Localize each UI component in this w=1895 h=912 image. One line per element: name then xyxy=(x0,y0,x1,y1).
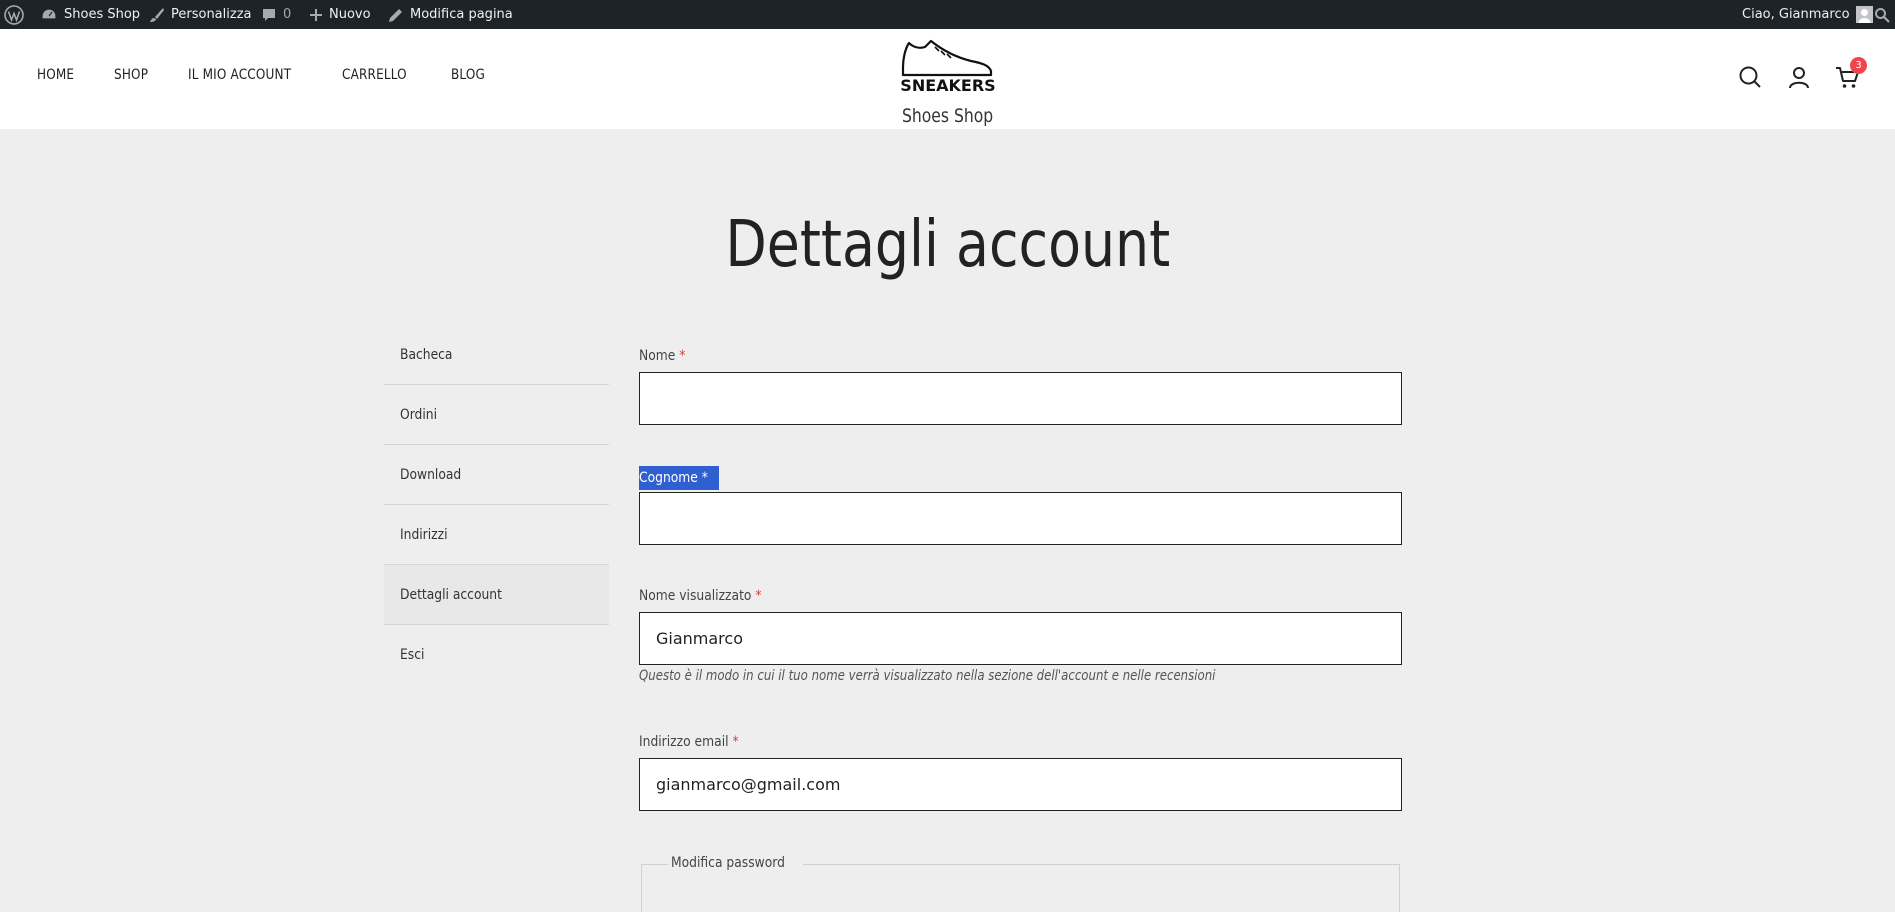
nav-home[interactable]: HOME xyxy=(37,67,74,83)
display-name-label: Nome visualizzato * xyxy=(639,588,762,604)
wordpress-logo-icon[interactable] xyxy=(4,0,24,29)
site-title[interactable]: Shoes Shop xyxy=(0,105,1895,127)
adminbar-site-name: Shoes Shop xyxy=(64,7,141,22)
first-name-input[interactable] xyxy=(639,372,1402,425)
pencil-icon xyxy=(389,8,402,22)
last-name-label: Cognome * xyxy=(639,466,720,490)
account-nav-logout[interactable]: Esci xyxy=(384,625,609,685)
user-account-icon[interactable] xyxy=(1787,65,1811,89)
brush-icon xyxy=(150,7,164,22)
site-logo[interactable]: SNEAKERS xyxy=(895,35,1001,97)
plus-icon xyxy=(310,8,322,21)
adminbar-search-icon[interactable] xyxy=(1874,0,1890,29)
password-change-legend: Modifica password xyxy=(668,855,804,871)
adminbar-customize-link[interactable]: Personalizza xyxy=(149,0,252,29)
site-header: HOME SHOP IL MIO ACCOUNT CARRELLO BLOG S… xyxy=(0,29,1895,129)
account-nav-orders[interactable]: Ordini xyxy=(384,385,609,445)
account-nav-addresses[interactable]: Indirizzi xyxy=(384,505,609,565)
comment-icon xyxy=(263,8,275,21)
nav-shop[interactable]: SHOP xyxy=(114,67,148,83)
account-navigation: Bacheca Ordini Download Indirizzi Dettag… xyxy=(384,325,609,685)
user-avatar xyxy=(1855,6,1873,23)
display-name-input[interactable]: Gianmarco xyxy=(639,612,1402,665)
display-name-hint: Questo è il modo in cui il tuo nome verr… xyxy=(639,668,1216,684)
adminbar-edit-page-label: Modifica pagina xyxy=(410,7,513,22)
adminbar-greeting: Ciao, Gianmarco xyxy=(1742,7,1850,22)
adminbar-comments-count: 0 xyxy=(283,7,292,22)
adminbar-customize-label: Personalizza xyxy=(171,7,252,22)
email-input[interactable]: gianmarco@gmail.com xyxy=(639,758,1402,811)
account-nav-dashboard[interactable]: Bacheca xyxy=(384,325,609,385)
account-nav-downloads[interactable]: Download xyxy=(384,445,609,505)
search-icon[interactable] xyxy=(1738,65,1762,89)
adminbar-account-link[interactable]: Ciao, Gianmarco xyxy=(1742,0,1873,29)
nav-blog[interactable]: BLOG xyxy=(451,67,485,83)
adminbar-new-label: Nuovo xyxy=(329,7,371,22)
last-name-input[interactable] xyxy=(639,492,1402,545)
email-label: Indirizzo email * xyxy=(639,734,739,750)
account-nav-account-details[interactable]: Dettagli account xyxy=(384,565,609,625)
adminbar-site-link[interactable]: Shoes Shop xyxy=(40,0,140,29)
adminbar-edit-page-link[interactable]: Modifica pagina xyxy=(388,0,513,29)
sneaker-logo-icon: SNEAKERS xyxy=(900,39,996,95)
cart-count-badge: 3 xyxy=(1850,57,1867,74)
adminbar-new-link[interactable]: Nuovo xyxy=(309,0,371,29)
logo-text: SNEAKERS xyxy=(900,76,995,95)
adminbar-comments-link[interactable]: 0 xyxy=(261,0,291,29)
admin-bar: Shoes Shop Personalizza 0 Nuovo Modifica… xyxy=(0,0,1895,29)
nav-cart[interactable]: CARRELLO xyxy=(342,67,407,83)
password-change-fieldset xyxy=(641,864,1400,912)
page-title: Dettagli account xyxy=(725,208,1170,282)
dashboard-icon xyxy=(41,7,57,20)
first-name-label: Nome * xyxy=(639,348,686,364)
main-navigation: HOME SHOP IL MIO ACCOUNT CARRELLO BLOG xyxy=(37,67,491,83)
nav-my-account[interactable]: IL MIO ACCOUNT xyxy=(188,67,291,83)
